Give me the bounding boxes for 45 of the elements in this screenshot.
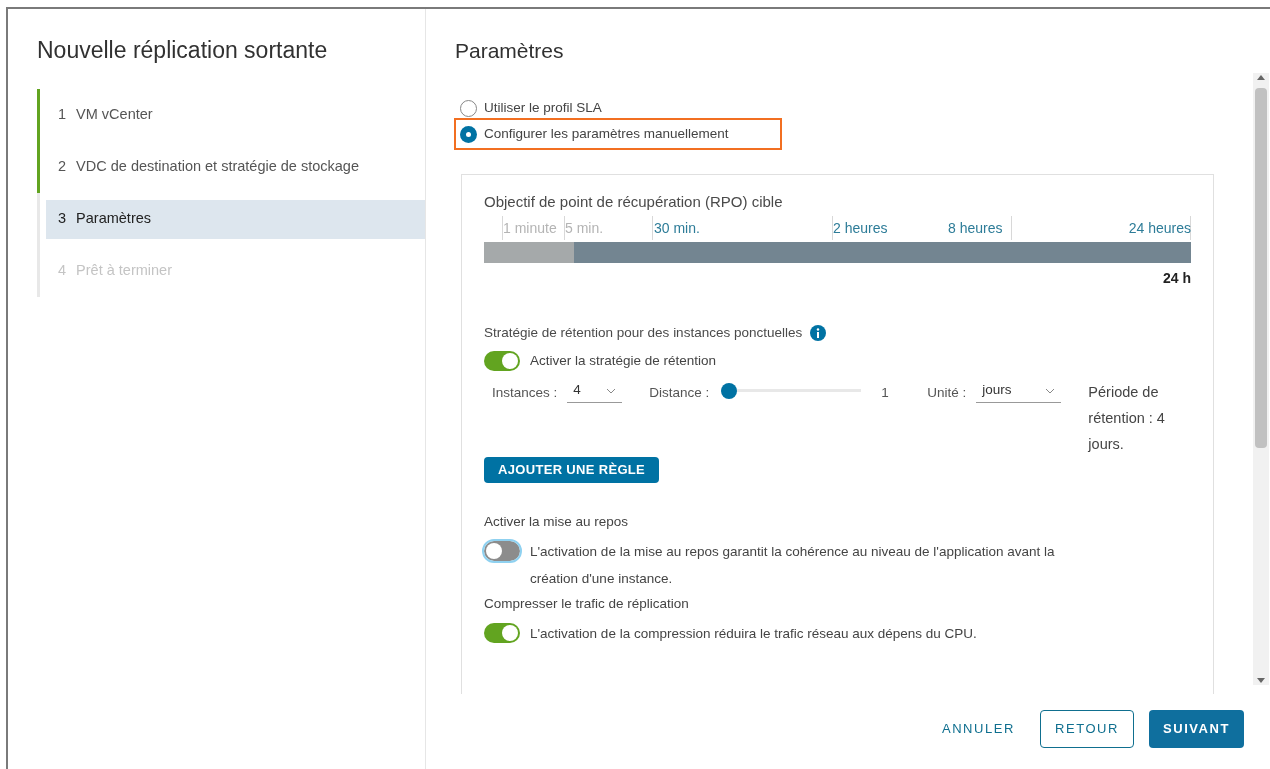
rpo-value: 24 h [1162, 268, 1191, 288]
add-rule-button[interactable]: AJOUTER UNE RÈGLE [484, 456, 660, 483]
wizard-step[interactable]: 1 VM vCenter [46, 95, 425, 135]
radio-button[interactable] [460, 99, 477, 117]
instances-select[interactable]: 4 [567, 379, 623, 403]
rpo-tick-label: 8 heures [948, 218, 1003, 238]
slider-thumb[interactable] [721, 383, 738, 399]
option-description: L'activation de la compression réduira le trafic réseau aux dépens du CPU. [530, 624, 978, 643]
distance-label: Distance : [649, 384, 710, 402]
radio-label[interactable]: Utiliser le profil SLA [484, 97, 602, 119]
rpo-tick-label: 2 heures [833, 218, 888, 238]
rpo-tick-label: 24 heures [1128, 218, 1191, 238]
scroll-down-icon[interactable] [1257, 678, 1265, 683]
rpo-tick-label: 5 min. [565, 218, 604, 238]
retention-label: Stratégie de rétention pour des instances ponctuelles [484, 323, 803, 342]
next-button[interactable]: SUIVANT [1149, 710, 1244, 748]
unit-label: Unité : [927, 384, 967, 402]
option-title: Compresser le trafic de réplication [484, 594, 690, 613]
chevron-down-icon [1045, 387, 1056, 394]
page-title: Paramètres [455, 38, 564, 64]
instances-label: Instances : [492, 384, 558, 402]
wizard-step[interactable]: 3 Paramètres [46, 199, 425, 239]
info-icon[interactable] [810, 324, 827, 341]
rpo-label: Objectif de point de récupération (RPO) cible [484, 192, 784, 212]
rpo-tick-label: 30 min. [654, 218, 700, 238]
retention-period-text: Période de rétention : 4 jours. [1088, 383, 1166, 454]
back-button[interactable]: RETOUR [1039, 710, 1134, 748]
unit-select[interactable]: jours [976, 379, 1062, 403]
toggle-switch[interactable] [484, 350, 520, 371]
toggle-switch[interactable] [484, 540, 520, 561]
dialog-title: Nouvelle réplication sortante [37, 36, 329, 65]
chevron-down-icon [606, 387, 617, 394]
option-description: L'activation de la mise au repos garantit la cohérence au niveau de l'application avant la création d'une instance. [530, 542, 1056, 588]
cancel-button[interactable]: ANNULER [931, 710, 1025, 748]
scrollbar-thumb[interactable] [1255, 88, 1267, 448]
option-title: Activer la mise au repos [484, 512, 630, 531]
rpo-tick-label: 1 minute [503, 218, 557, 238]
scrollbar[interactable] [1253, 73, 1269, 685]
distance-value: 1 [881, 384, 890, 402]
toggle-label: Activer la stratégie de rétention [530, 351, 717, 370]
wizard-step[interactable]: 2 VDC de destination et stratégie de stockage [46, 147, 425, 187]
radio-button[interactable] [460, 125, 477, 143]
scroll-up-icon[interactable] [1257, 75, 1265, 80]
radio-label[interactable]: Configurer les paramètres manuellement [484, 123, 729, 145]
toggle-switch[interactable] [484, 622, 520, 643]
